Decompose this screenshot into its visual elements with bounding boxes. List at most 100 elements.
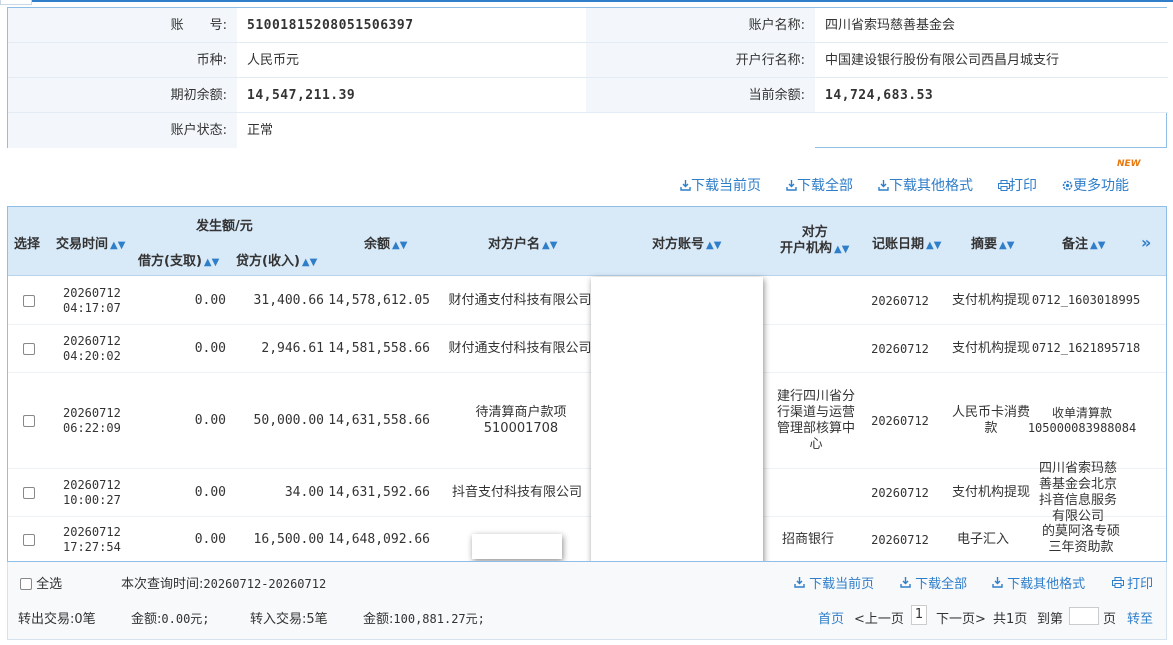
cell-summary: 电子汇入: [956, 531, 1009, 547]
download-other-button[interactable]: 下载其他格式: [878, 176, 973, 194]
table-row: 20260712 04:17:07 0.00 31,400.66 14,578,6…: [8, 277, 1166, 325]
bank-value: 中国建设银行股份有限公司西昌月城支行: [815, 43, 1168, 78]
cell-credit: 16,500.00: [253, 531, 324, 547]
empty-cell: [586, 113, 815, 148]
cell-counter-bank: 建行四川省分行渠道与运营管理部核算中心: [776, 388, 855, 452]
header-counter-bank[interactable]: 对方 开户机构 ▲▼: [780, 225, 849, 258]
select-all[interactable]: 全选: [20, 573, 62, 592]
query-time: 本次查询时间:20260712-20260712: [121, 577, 327, 592]
download-icon: [878, 179, 889, 191]
cell-counter-name: 财付通支付科技有限公司: [448, 292, 592, 308]
account-name-label: 账户名称:: [586, 8, 815, 43]
cell-time: 20260712 17:27:54: [63, 524, 121, 554]
footer-print-button[interactable]: 打印: [1112, 573, 1153, 592]
sort-icon: ▲▼: [301, 257, 318, 268]
in-summary: 转入交易:5笔: [250, 612, 328, 627]
download-page-button[interactable]: 下载当前页: [680, 176, 761, 194]
cell-memo: 0712_1621895718: [1031, 341, 1141, 355]
cell-memo: 收单清算款105000083988084: [1027, 405, 1137, 435]
header-summary[interactable]: 摘要 ▲▼: [971, 233, 1014, 252]
currency-label: 币种:: [8, 43, 237, 78]
print-icon: [1112, 577, 1124, 588]
transaction-table: 选择 交易时间 ▲▼ 发生额/元 借方(支取) ▲▼ 贷方(收入) ▲▼ 余额 ▲▼ 对…: [7, 206, 1167, 562]
top-tab[interactable]: [0, 0, 32, 5]
sort-icon: ▲▼: [926, 240, 942, 251]
cell-credit: 50,000.00: [253, 412, 324, 428]
header-amount-group: 发生额/元: [196, 219, 253, 234]
cell-time: 20260712 04:20:02: [63, 333, 121, 363]
redaction-box: [591, 277, 763, 561]
goto-label: 到第: [1037, 612, 1064, 627]
cell-time: 20260712 04:17:07: [63, 285, 121, 315]
goto-button[interactable]: 转至: [1127, 608, 1153, 627]
download-page-label: 下载当前页: [691, 178, 761, 194]
cell-memo: 0712_1603018995: [1031, 293, 1141, 307]
cell-counter-name: 待清算商户款项510001708: [475, 404, 567, 436]
footer-download-all-button[interactable]: 下载全部: [900, 573, 967, 592]
account-status-value: 正常: [237, 113, 586, 148]
header-memo[interactable]: 备注 ▲▼: [1062, 233, 1105, 252]
first-page-link[interactable]: 首页: [818, 608, 844, 627]
footer-download-page-button[interactable]: 下载当前页: [794, 573, 874, 592]
cell-post-date: 20260712: [871, 485, 929, 500]
gear-icon: [1062, 180, 1073, 191]
cell-balance: 14,581,558.66: [328, 340, 430, 356]
cell-time: 20260712 06:22:09: [63, 405, 121, 435]
sort-icon: ▲▼: [542, 240, 558, 251]
download-icon: [680, 179, 691, 191]
scroll-right-icon[interactable]: »: [1141, 233, 1151, 252]
header-balance[interactable]: 余额 ▲▼: [364, 233, 407, 252]
opening-balance-label: 期初余额:: [8, 78, 237, 113]
table-footer: 全选 本次查询时间:20260712-20260712 下载当前页 下载全部 下…: [7, 562, 1167, 640]
cell-time: 20260712 10:00:27: [63, 477, 121, 507]
table-header: 选择 交易时间 ▲▼ 发生额/元 借方(支取) ▲▼ 贷方(收入) ▲▼ 余额 ▲▼ 对…: [8, 207, 1166, 276]
cell-post-date: 20260712: [871, 413, 929, 428]
print-label: 打印: [1009, 178, 1037, 194]
account-number-label: 账 号:: [8, 8, 237, 43]
download-all-label: 下载全部: [797, 178, 853, 194]
account-name-value: 四川省索玛慈善基金会: [815, 8, 1168, 43]
table-row: 20260712 10:00:27 0.00 34.00 14,631,592.6…: [8, 461, 1166, 524]
current-page: 1: [911, 605, 927, 625]
sort-icon: ▲▼: [999, 240, 1015, 251]
print-button[interactable]: 打印: [998, 176, 1037, 194]
currency-value: 人民币元: [237, 43, 586, 78]
more-functions-label: 更多功能: [1073, 178, 1129, 194]
header-credit[interactable]: 贷方(收入) ▲▼: [236, 250, 317, 269]
current-balance-label: 当前余额:: [586, 78, 815, 113]
in-amount: 金额:100,881.27元;: [363, 612, 485, 627]
header-counter-account[interactable]: 对方账号 ▲▼: [652, 233, 721, 252]
account-status-label: 账户状态:: [8, 113, 237, 148]
cell-post-date: 20260712: [871, 341, 929, 356]
sort-icon: ▲▼: [1090, 240, 1106, 251]
cell-summary: 支付机构提现: [952, 292, 1031, 308]
sort-icon: ▲▼: [110, 240, 126, 251]
current-balance-value: 14,724,683.53: [815, 78, 1168, 113]
cell-summary: 人民币卡消费款: [952, 404, 1031, 436]
download-all-button[interactable]: 下载全部: [786, 176, 853, 194]
footer-download-other-button[interactable]: 下载其他格式: [992, 573, 1085, 592]
sort-icon: ▲▼: [392, 240, 408, 251]
cell-balance: 14,648,092.66: [328, 531, 430, 547]
download-icon: [992, 577, 1003, 588]
header-time[interactable]: 交易时间 ▲▼: [56, 233, 125, 252]
table-row: 20260712 06:22:09 0.00 50,000.00 14,631,5…: [8, 373, 1166, 469]
header-debit[interactable]: 借方(支取) ▲▼: [138, 250, 219, 269]
more-functions-button[interactable]: 更多功能: [1062, 176, 1129, 194]
next-page-link[interactable]: 下一页>: [936, 608, 986, 627]
cell-debit: 0.00: [194, 531, 226, 547]
download-other-label: 下载其他格式: [889, 178, 973, 194]
cell-balance: 14,631,558.66: [328, 412, 430, 428]
cell-memo: 的莫阿洛专硕三年资助款: [1042, 523, 1121, 555]
header-counter-name[interactable]: 对方户名 ▲▼: [488, 233, 557, 252]
checkbox-icon: [20, 578, 32, 590]
table-row: 20260712 17:27:54 0.00 16,500.00 14,648,0…: [8, 517, 1166, 561]
cell-summary: 支付机构提现: [952, 484, 1031, 500]
account-info-panel: 账 号: 51001815208051506397 账户名称: 四川省索玛慈善基…: [7, 7, 1168, 148]
cell-balance: 14,578,612.05: [328, 292, 430, 308]
prev-page-link[interactable]: <上一页: [854, 608, 904, 627]
goto-page-input[interactable]: [1069, 607, 1099, 625]
account-number-value: 51001815208051506397: [237, 8, 586, 43]
header-post-date[interactable]: 记账日期 ▲▼: [872, 233, 941, 252]
cell-post-date: 20260712: [871, 532, 929, 547]
